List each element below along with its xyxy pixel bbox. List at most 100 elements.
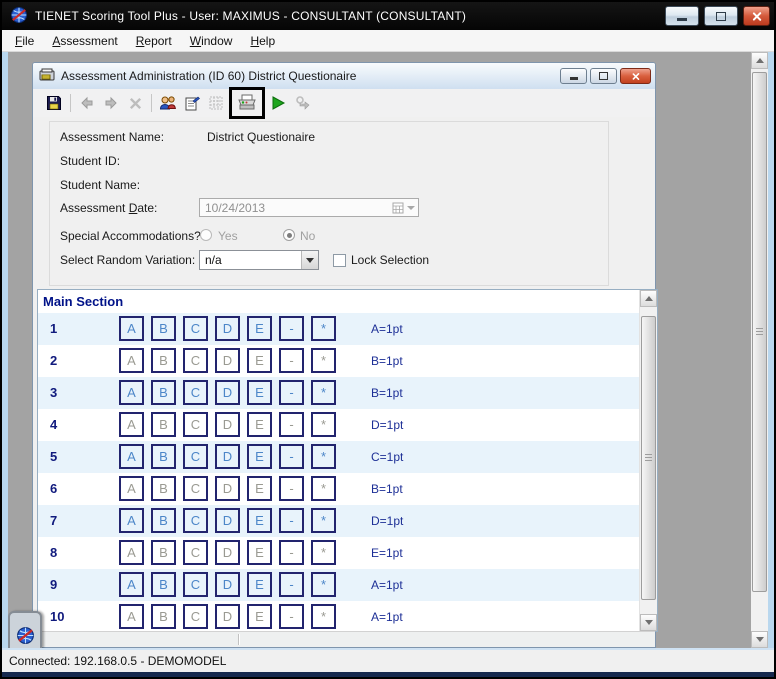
- answer-button-2--[interactable]: -: [279, 348, 304, 373]
- accommodations-no-radio[interactable]: [283, 229, 295, 241]
- answer-button-4-D[interactable]: D: [215, 412, 240, 437]
- forward-button[interactable]: [99, 91, 123, 115]
- answer-button-9-*[interactable]: *: [311, 572, 336, 597]
- answer-button-9-A[interactable]: A: [119, 572, 144, 597]
- answer-button-3-E[interactable]: E: [247, 380, 272, 405]
- answer-button-2-D[interactable]: D: [215, 348, 240, 373]
- answer-button-1-A[interactable]: A: [119, 316, 144, 341]
- answer-button-8--[interactable]: -: [279, 540, 304, 565]
- answer-button-7-A[interactable]: A: [119, 508, 144, 533]
- child-close-button[interactable]: [620, 68, 651, 84]
- answer-button-1-E[interactable]: E: [247, 316, 272, 341]
- answer-button-6-C[interactable]: C: [183, 476, 208, 501]
- answer-button-2-B[interactable]: B: [151, 348, 176, 373]
- lock-selection-checkbox[interactable]: [333, 254, 346, 267]
- answer-button-2-*[interactable]: *: [311, 348, 336, 373]
- answer-button-8-D[interactable]: D: [215, 540, 240, 565]
- child-restore-button[interactable]: [590, 68, 617, 84]
- answer-button-9-D[interactable]: D: [215, 572, 240, 597]
- run-button[interactable]: [266, 91, 290, 115]
- students-button[interactable]: [156, 91, 180, 115]
- mdi-scrollbar-thumb[interactable]: [752, 72, 767, 592]
- answer-button-5-B[interactable]: B: [151, 444, 176, 469]
- answer-button-5-E[interactable]: E: [247, 444, 272, 469]
- menu-item-report[interactable]: Report: [127, 31, 181, 51]
- answer-button-3-*[interactable]: *: [311, 380, 336, 405]
- answer-button-1-D[interactable]: D: [215, 316, 240, 341]
- answer-button-4-A[interactable]: A: [119, 412, 144, 437]
- answer-button-6-E[interactable]: E: [247, 476, 272, 501]
- answer-button-2-E[interactable]: E: [247, 348, 272, 373]
- answer-button-4-E[interactable]: E: [247, 412, 272, 437]
- answer-button-4-C[interactable]: C: [183, 412, 208, 437]
- answer-button-7-B[interactable]: B: [151, 508, 176, 533]
- answer-button-6--[interactable]: -: [279, 476, 304, 501]
- back-button[interactable]: [75, 91, 99, 115]
- menu-item-help[interactable]: Help: [241, 31, 284, 51]
- answer-button-8-B[interactable]: B: [151, 540, 176, 565]
- menu-item-file[interactable]: File: [6, 31, 43, 51]
- answer-button-7-*[interactable]: *: [311, 508, 336, 533]
- answer-button-7--[interactable]: -: [279, 508, 304, 533]
- minimized-child-window[interactable]: [8, 611, 42, 648]
- section-scrollbar[interactable]: [639, 290, 657, 631]
- answer-button-1-B[interactable]: B: [151, 316, 176, 341]
- answer-button-8-E[interactable]: E: [247, 540, 272, 565]
- answer-button-10-A[interactable]: A: [119, 604, 144, 629]
- answer-button-3--[interactable]: -: [279, 380, 304, 405]
- answer-button-5-*[interactable]: *: [311, 444, 336, 469]
- answer-button-5-D[interactable]: D: [215, 444, 240, 469]
- answer-button-6-D[interactable]: D: [215, 476, 240, 501]
- answer-button-3-A[interactable]: A: [119, 380, 144, 405]
- answer-button-6-*[interactable]: *: [311, 476, 336, 501]
- child-minimize-button[interactable]: [560, 68, 587, 84]
- answer-button-5-C[interactable]: C: [183, 444, 208, 469]
- answer-button-6-A[interactable]: A: [119, 476, 144, 501]
- answer-button-4-*[interactable]: *: [311, 412, 336, 437]
- answer-button-3-C[interactable]: C: [183, 380, 208, 405]
- delete-button[interactable]: [123, 91, 147, 115]
- answer-button-3-D[interactable]: D: [215, 380, 240, 405]
- answer-button-7-E[interactable]: E: [247, 508, 272, 533]
- menu-item-assessment[interactable]: Assessment: [43, 31, 126, 51]
- answer-button-8-A[interactable]: A: [119, 540, 144, 565]
- answer-button-10-C[interactable]: C: [183, 604, 208, 629]
- answer-button-2-C[interactable]: C: [183, 348, 208, 373]
- answer-button-9-B[interactable]: B: [151, 572, 176, 597]
- answer-button-7-D[interactable]: D: [215, 508, 240, 533]
- menu-item-window[interactable]: Window: [181, 31, 242, 51]
- answer-button-3-B[interactable]: B: [151, 380, 176, 405]
- answer-button-10--[interactable]: -: [279, 604, 304, 629]
- restore-button[interactable]: [704, 6, 738, 26]
- mdi-scroll-up-button[interactable]: [751, 52, 768, 69]
- answer-button-5--[interactable]: -: [279, 444, 304, 469]
- answer-button-10-B[interactable]: B: [151, 604, 176, 629]
- answer-button-9-C[interactable]: C: [183, 572, 208, 597]
- close-button[interactable]: [743, 6, 770, 26]
- answer-button-10-*[interactable]: *: [311, 604, 336, 629]
- print-button[interactable]: [236, 92, 258, 114]
- scroll-up-button[interactable]: [640, 290, 657, 307]
- assessment-date-field[interactable]: 10/24/2013: [199, 198, 419, 217]
- save-button[interactable]: [42, 91, 66, 115]
- answer-button-2-A[interactable]: A: [119, 348, 144, 373]
- answer-button-4--[interactable]: -: [279, 412, 304, 437]
- combo-dropdown-icon[interactable]: [301, 251, 318, 269]
- grid-button[interactable]: [204, 91, 228, 115]
- mdi-scroll-down-button[interactable]: [751, 631, 768, 648]
- answer-button-4-B[interactable]: B: [151, 412, 176, 437]
- goto-button[interactable]: [290, 91, 314, 115]
- minimize-button[interactable]: [665, 6, 699, 26]
- answer-button-7-C[interactable]: C: [183, 508, 208, 533]
- answer-button-1--[interactable]: -: [279, 316, 304, 341]
- answer-button-1-*[interactable]: *: [311, 316, 336, 341]
- answer-button-10-D[interactable]: D: [215, 604, 240, 629]
- random-variation-select[interactable]: n/a: [199, 250, 319, 270]
- answer-button-5-A[interactable]: A: [119, 444, 144, 469]
- answer-button-1-C[interactable]: C: [183, 316, 208, 341]
- answer-button-10-E[interactable]: E: [247, 604, 272, 629]
- mdi-scrollbar[interactable]: [751, 52, 768, 648]
- answer-button-8-C[interactable]: C: [183, 540, 208, 565]
- scroll-down-button[interactable]: [640, 614, 657, 631]
- answer-button-9--[interactable]: -: [279, 572, 304, 597]
